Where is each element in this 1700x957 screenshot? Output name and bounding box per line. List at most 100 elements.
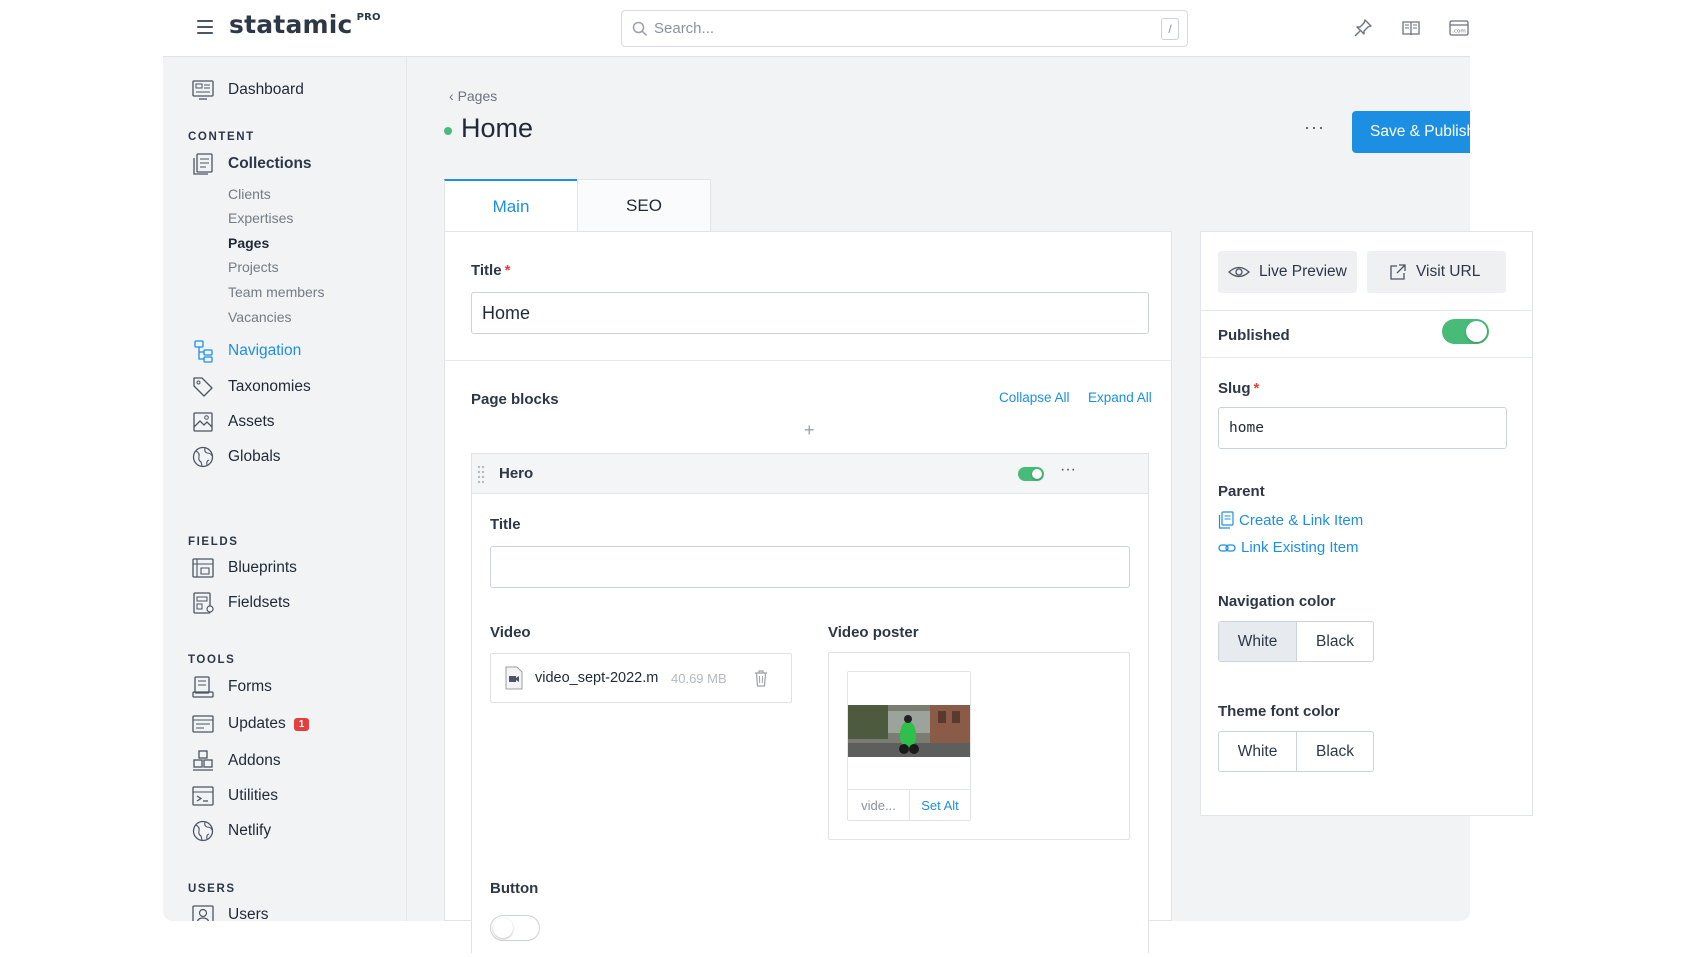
sidebar-item-label: Blueprints	[228, 559, 297, 576]
title-input[interactable]: Home	[471, 292, 1149, 334]
create-entry-icon	[1218, 511, 1234, 529]
published-toggle[interactable]	[1442, 319, 1489, 344]
video-poster-field: vide... Set Alt	[828, 652, 1130, 840]
collection-item-vacancies[interactable]: Vacancies	[228, 309, 292, 325]
sidebar-item-collections[interactable]: Collections	[191, 150, 312, 178]
sidebar-item-dashboard[interactable]: Dashboard	[191, 76, 304, 104]
sidebar-item-globals[interactable]: Globals	[191, 443, 281, 471]
svg-text:.com: .com	[1452, 29, 1466, 35]
sidebar-item-netlify[interactable]: Netlify	[191, 817, 271, 845]
netlify-icon	[192, 820, 214, 842]
required-marker: *	[1253, 380, 1260, 397]
hero-block-header[interactable]: Hero ···	[472, 454, 1148, 494]
slug-input[interactable]: home	[1218, 407, 1507, 449]
users-icon	[192, 905, 214, 921]
hamburger-menu-icon[interactable]	[197, 20, 213, 34]
sidebar-item-label: Collections	[228, 155, 312, 172]
collection-item-projects[interactable]: Projects	[228, 259, 279, 275]
font-color-black-option[interactable]: Black	[1296, 732, 1373, 771]
add-block-button[interactable]: +	[804, 420, 815, 441]
tab-seo[interactable]: SEO	[577, 179, 711, 232]
section-fields: FIELDS	[188, 536, 239, 548]
navigation-color-label: Navigation color	[1218, 593, 1336, 610]
video-file-icon	[505, 666, 523, 690]
sidebar-item-taxonomies[interactable]: Taxonomies	[191, 373, 311, 401]
sidebar-item-label: Dashboard	[228, 81, 304, 98]
poster-asset-card[interactable]: vide... Set Alt	[847, 671, 971, 821]
published-status-dot	[444, 127, 452, 135]
nav-color-black-option[interactable]: Black	[1296, 622, 1373, 661]
link-existing-item-link[interactable]: Link Existing Item	[1218, 539, 1359, 556]
video-file-name[interactable]: video_sept-2022.m	[535, 670, 667, 686]
chevron-left-icon: ‹	[449, 88, 458, 104]
logo[interactable]: statamic PRO	[229, 10, 381, 39]
sidebar-item-label: Fieldsets	[228, 594, 291, 611]
save-publish-button[interactable]: Save & Publish	[1352, 111, 1470, 153]
section-users: USERS	[188, 883, 236, 895]
collection-item-expertises[interactable]: Expertises	[228, 210, 293, 226]
drag-handle-icon[interactable]	[476, 464, 486, 484]
sidebar-item-label: Taxonomies	[228, 378, 311, 395]
updates-icon	[192, 715, 214, 733]
sidebar-item-label: Updates	[228, 715, 286, 732]
utilities-icon	[192, 786, 214, 806]
pin-icon[interactable]	[1352, 17, 1374, 39]
divider	[1201, 357, 1532, 358]
breadcrumb[interactable]: ‹ Pages	[449, 88, 497, 104]
video-file-row: video_sept-2022.m 40.69 MB	[490, 653, 792, 703]
page-actions-more-icon[interactable]: ···	[1304, 117, 1325, 138]
visit-url-button[interactable]: Visit URL	[1367, 251, 1506, 293]
collection-item-pages[interactable]: Pages	[228, 235, 269, 251]
image-icon	[193, 412, 213, 432]
hero-block: Hero ··· Title Video video_sept-2022.m 4…	[471, 453, 1149, 953]
book-icon[interactable]	[1400, 17, 1422, 39]
section-tools: TOOLS	[188, 654, 236, 666]
sidebar-item-utilities[interactable]: Utilities	[191, 782, 278, 810]
search-input[interactable]	[654, 20, 1161, 37]
divider	[445, 360, 1171, 361]
search-shortcut-hint: /	[1161, 17, 1179, 40]
navigation-icon	[194, 340, 213, 363]
updates-count-badge: 1	[293, 717, 310, 731]
sidebar-item-forms[interactable]: Forms	[191, 673, 272, 701]
sidebar-item-fieldsets[interactable]: Fieldsets	[191, 589, 290, 617]
block-enabled-toggle[interactable]	[1018, 467, 1044, 481]
live-preview-button[interactable]: Live Preview	[1218, 251, 1357, 293]
section-content: CONTENT	[188, 131, 255, 143]
collection-item-clients[interactable]: Clients	[228, 186, 271, 202]
block-more-icon[interactable]: ···	[1060, 461, 1076, 479]
theme-font-color-selector: White Black	[1218, 731, 1374, 772]
set-alt-button[interactable]: Set Alt	[910, 790, 970, 820]
sidebar-item-users[interactable]: Users	[191, 901, 268, 921]
published-label: Published	[1218, 327, 1290, 344]
poster-footer: vide... Set Alt	[848, 789, 970, 820]
navigation-color-selector: White Black	[1218, 621, 1374, 662]
nav-color-white-option[interactable]: White	[1219, 622, 1296, 661]
collection-item-team-members[interactable]: Team members	[228, 284, 324, 300]
sidebar-item-navigation[interactable]: Navigation	[191, 337, 301, 365]
collapse-all-link[interactable]: Collapse All	[999, 390, 1070, 405]
globe-icon	[192, 446, 214, 468]
hero-title-input[interactable]	[490, 546, 1130, 588]
sidebar-item-assets[interactable]: Assets	[191, 408, 275, 436]
sidebar-item-updates[interactable]: Updates 1	[191, 710, 310, 738]
create-link-label: Create & Link Item	[1239, 511, 1364, 529]
block-name: Hero	[499, 465, 534, 482]
site-icon[interactable]: .com	[1448, 17, 1470, 39]
search-bar[interactable]: /	[621, 10, 1188, 47]
fieldset-icon	[193, 592, 214, 614]
slug-label: Slug *	[1218, 380, 1260, 397]
search-icon	[632, 21, 648, 36]
expand-all-link[interactable]: Expand All	[1088, 390, 1152, 405]
visit-url-label: Visit URL	[1416, 263, 1481, 280]
button-toggle[interactable]	[490, 915, 540, 941]
sidebar-item-blueprints[interactable]: Blueprints	[191, 554, 297, 582]
sidebar-item-addons[interactable]: Addons	[191, 747, 281, 775]
sidebar-item-label: Addons	[228, 752, 281, 769]
poster-thumbnail[interactable]	[848, 705, 970, 757]
trash-icon[interactable]	[753, 669, 769, 687]
font-color-white-option[interactable]: White	[1219, 732, 1296, 771]
tab-main[interactable]: Main	[444, 179, 578, 232]
title-field-label: Title *	[471, 262, 511, 279]
create-link-item-link[interactable]: Create & Link Item	[1218, 511, 1363, 529]
